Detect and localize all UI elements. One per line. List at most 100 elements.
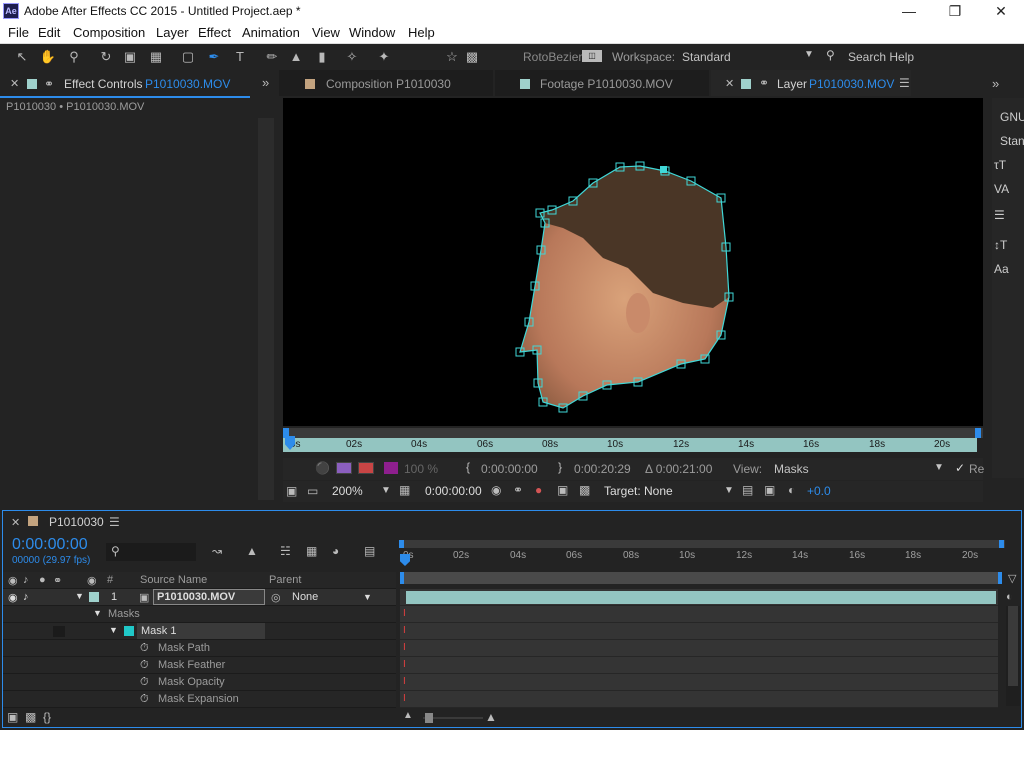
zoom-tool-icon[interactable]: ⚲ <box>64 48 84 66</box>
eraser-tool-icon[interactable]: ▮ <box>312 48 332 66</box>
in-time[interactable]: 0:00:00:00 <box>481 462 538 476</box>
close-tab-icon[interactable]: ✕ <box>725 77 734 90</box>
panel-menu-icon[interactable]: ☰ <box>899 76 910 90</box>
target-dropdown-icon[interactable]: ▼ <box>724 485 734 496</box>
panel-expand-icon[interactable]: » <box>262 75 269 90</box>
search-help-input[interactable]: Search Help <box>848 50 914 64</box>
type-tool-icon[interactable]: T <box>230 48 250 66</box>
layer-label-color[interactable] <box>89 592 99 602</box>
property-row[interactable]: ⏱ Mask Expansion <box>3 691 396 708</box>
layer-switches-icon[interactable]: ▣ <box>7 710 18 724</box>
view-select[interactable]: Masks <box>774 462 809 476</box>
in-out-icon[interactable]: {} <box>43 710 51 724</box>
footage-tab[interactable]: Footage P1010030.MOV <box>495 70 709 96</box>
effect-controls-tab[interactable]: Effect Controls <box>64 77 142 91</box>
region-icon[interactable]: ▦ <box>399 483 410 497</box>
scrollbar-thumb[interactable] <box>1008 606 1018 686</box>
rotate-tool-icon[interactable]: ↻ <box>96 48 116 66</box>
roto-brush-tool-icon[interactable]: ✧ <box>342 48 362 66</box>
monitor-icon[interactable]: ▭ <box>307 484 318 498</box>
audio-toggle-icon[interactable]: ♪ <box>23 591 29 603</box>
lock-icon[interactable]: ⚭ <box>759 76 769 90</box>
maximize-button[interactable]: ❐ <box>932 0 978 22</box>
menu-help[interactable]: Help <box>408 25 435 40</box>
exposure-value[interactable]: +0.0 <box>807 484 831 498</box>
panel-expand-icon[interactable]: » <box>992 76 999 91</box>
magnification-select[interactable]: 200% <box>332 484 363 498</box>
property-row[interactable]: ⏱ Mask Path <box>3 640 396 657</box>
layer-navigator-bar[interactable] <box>283 428 983 438</box>
layer-row[interactable]: ◉ ♪ ▼ 1 ▣ P1010030.MOV ◎ None ▼ <box>3 589 396 606</box>
out-time[interactable]: 0:00:20:29 <box>574 462 631 476</box>
comp-button-icon[interactable]: ▽ <box>1008 572 1016 585</box>
always-preview-icon[interactable]: ▣ <box>286 484 297 498</box>
close-tab-icon[interactable]: ✕ <box>11 516 20 529</box>
timeline-timecode[interactable]: 0:00:00:00 <box>12 536 88 554</box>
menu-layer[interactable]: Layer <box>156 25 189 40</box>
menu-edit[interactable]: Edit <box>38 25 60 40</box>
work-area-start[interactable] <box>400 572 404 584</box>
stopwatch-icon[interactable]: ⏱ <box>140 693 149 706</box>
stopwatch-icon[interactable]: ⏱ <box>140 676 149 689</box>
composition-mini-flowchart-icon[interactable]: ↝ <box>212 544 222 558</box>
menu-window[interactable]: Window <box>349 25 395 40</box>
expand-triangle-icon[interactable]: ▼ <box>93 608 102 618</box>
close-tab-icon[interactable]: ✕ <box>10 77 19 90</box>
menu-view[interactable]: View <box>312 25 340 40</box>
mask-row[interactable]: ▼ Mask 1 <box>3 623 396 640</box>
expand-triangle-icon[interactable]: ▼ <box>75 591 84 601</box>
timeline-search-input[interactable]: ⚲ <box>106 543 196 561</box>
layer-tab[interactable]: ✕ ⚭ Layer P1010030.MOV ☰ <box>711 70 911 96</box>
navigator-end-handle[interactable] <box>999 540 1004 548</box>
view-dropdown-icon[interactable]: ▼ <box>934 462 944 473</box>
zoom-slider-thumb[interactable] <box>425 713 433 723</box>
timeline-comp-tab[interactable]: P1010030 <box>49 515 104 529</box>
frame-blending-icon[interactable]: ▦ <box>306 544 317 558</box>
camera-icon[interactable]: ▣ <box>764 483 775 497</box>
walker-icon[interactable]: ⚫ <box>315 461 330 475</box>
layer-time-ruler[interactable]: 0s 02s 04s 06s 08s 10s 12s 14s 16s 18s 2… <box>283 436 977 452</box>
draft-3d-icon[interactable]: ▲ <box>246 544 258 558</box>
font-family-field[interactable]: GNU <box>1000 110 1024 124</box>
target-select[interactable]: Target: None <box>604 484 673 498</box>
pan-behind-tool-icon[interactable]: ▦ <box>146 48 166 66</box>
menu-effect[interactable]: Effect <box>198 25 231 40</box>
menu-animation[interactable]: Animation <box>242 25 300 40</box>
effect-controls-file[interactable]: P1010030.MOV <box>145 77 230 91</box>
layer-name-field[interactable]: P1010030.MOV <box>153 589 265 605</box>
in-point-icon[interactable] <box>336 462 352 474</box>
mask-color-swatch[interactable] <box>124 626 134 636</box>
graph-editor-icon[interactable]: ▤ <box>364 544 375 558</box>
camera-tool-icon[interactable]: ▣ <box>120 48 140 66</box>
set-in-icon[interactable]: { <box>466 460 470 474</box>
mask-name-field[interactable]: Mask 1 <box>137 623 265 639</box>
timeline-scrollbar[interactable] <box>1006 606 1020 706</box>
zoom-out-icon[interactable]: ▲ <box>403 710 413 721</box>
parent-dropdown-icon[interactable]: ▼ <box>363 592 372 602</box>
effect-controls-scrollbar[interactable] <box>258 118 274 500</box>
pickwhip-icon[interactable]: ◎ <box>271 591 281 604</box>
pen-tool-icon[interactable]: ✒ <box>204 48 224 66</box>
color-swatch[interactable] <box>384 462 398 474</box>
expand-triangle-icon[interactable]: ▼ <box>109 625 118 635</box>
channels-icon[interactable]: ● <box>535 483 542 497</box>
stopwatch-icon[interactable]: ⏱ <box>140 642 149 655</box>
snap-icon[interactable]: ▩ <box>462 48 482 66</box>
hand-tool-icon[interactable]: ✋ <box>38 48 58 66</box>
zoom-in-icon[interactable]: ▲ <box>485 710 497 724</box>
masks-group-row[interactable]: ▼ Masks <box>3 606 396 623</box>
snapshot-icon[interactable]: ◉ <box>491 483 501 497</box>
minimize-button[interactable]: — <box>886 0 932 22</box>
rectangle-tool-icon[interactable]: ▢ <box>178 48 198 66</box>
shy-layers-icon[interactable]: ☵ <box>280 544 291 558</box>
property-row[interactable]: ⏱ Mask Feather <box>3 657 396 674</box>
toggle-mask-icon[interactable]: ▣ <box>557 483 568 497</box>
menu-composition[interactable]: Composition <box>73 25 145 40</box>
lock-icon[interactable]: ⚭ <box>44 77 54 91</box>
menu-file[interactable]: File <box>8 25 29 40</box>
navigator-start-handle[interactable] <box>399 540 404 548</box>
source-name-column-header[interactable]: Source Name <box>140 574 207 586</box>
brush-tool-icon[interactable]: ✏ <box>262 48 282 66</box>
mask-lock-toggle[interactable] <box>53 626 65 637</box>
magnification-dropdown-icon[interactable]: ▼ <box>381 485 391 496</box>
